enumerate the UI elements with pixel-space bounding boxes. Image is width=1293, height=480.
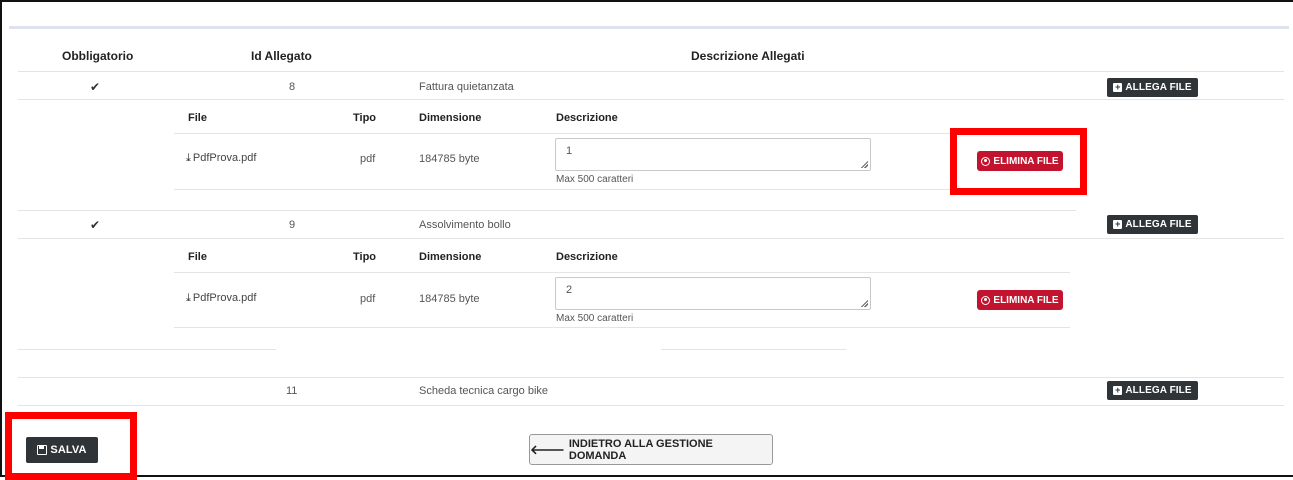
allega-file-label: ALLEGA FILE bbox=[1125, 385, 1192, 396]
max-chars-hint: Max 500 caratteri bbox=[556, 313, 634, 324]
row-id: 11 bbox=[286, 385, 298, 397]
plus-icon: + bbox=[1113, 219, 1123, 229]
divider bbox=[174, 133, 1070, 134]
file-type: pdf bbox=[360, 153, 376, 165]
allega-file-button[interactable]: + ALLEGA FILE bbox=[1107, 215, 1198, 234]
divider bbox=[18, 99, 1284, 100]
allega-file-label: ALLEGA FILE bbox=[1125, 82, 1192, 93]
allega-file-button[interactable]: + ALLEGA FILE bbox=[1107, 78, 1198, 97]
row-description: Fattura quietanzata bbox=[419, 81, 514, 93]
subheader-tipo: Tipo bbox=[353, 251, 377, 263]
subheader-file: File bbox=[188, 251, 207, 263]
header-descrizione-allegati: Descrizione Allegati bbox=[691, 49, 805, 63]
highlight-box bbox=[5, 412, 137, 480]
divider bbox=[174, 189, 1070, 190]
subheader-descrizione: Descrizione bbox=[556, 251, 618, 263]
divider bbox=[174, 272, 1070, 273]
subheader-dimensione: Dimensione bbox=[419, 112, 482, 124]
description-value: 1 bbox=[566, 145, 573, 157]
indietro-label: INDIETRO ALLA GESTIONE DOMANDA bbox=[568, 437, 713, 462]
arrow-left-icon: 🡐 bbox=[530, 441, 565, 457]
elimina-file-button[interactable]: ELIMINA FILE bbox=[977, 290, 1063, 310]
divider bbox=[18, 349, 276, 350]
subheader-tipo: Tipo bbox=[353, 112, 377, 124]
divider bbox=[18, 238, 1284, 239]
allega-file-label: ALLEGA FILE bbox=[1125, 219, 1192, 230]
file-name: PdfProva.pdf bbox=[192, 292, 257, 304]
file-download-link[interactable]: ⤓ PdfProva.pdf bbox=[186, 152, 256, 165]
resize-handle-icon[interactable] bbox=[860, 160, 868, 168]
row-id: 8 bbox=[289, 81, 296, 93]
resize-handle-icon[interactable] bbox=[860, 299, 868, 307]
required-check-icon: ✔ bbox=[90, 218, 101, 232]
required-check-icon: ✔ bbox=[90, 80, 101, 94]
remove-circle-icon bbox=[981, 295, 991, 305]
download-icon: ⤓ bbox=[186, 292, 191, 304]
file-name: PdfProva.pdf bbox=[192, 152, 257, 164]
divider bbox=[18, 71, 1284, 72]
file-download-link[interactable]: ⤓ PdfProva.pdf bbox=[186, 292, 256, 305]
description-textarea[interactable]: 2 bbox=[555, 277, 871, 310]
divider bbox=[18, 405, 1284, 406]
highlight-box bbox=[950, 128, 1087, 195]
divider bbox=[661, 349, 846, 350]
description-value: 2 bbox=[566, 284, 573, 296]
indietro-button[interactable]: 🡐 INDIETRO ALLA GESTIONE DOMANDA bbox=[529, 434, 773, 465]
file-type: pdf bbox=[360, 293, 376, 305]
subheader-dimensione: Dimensione bbox=[419, 251, 482, 263]
subheader-file: File bbox=[188, 112, 207, 124]
file-size: 184785 byte bbox=[419, 153, 480, 165]
row-description: Scheda tecnica cargo bike bbox=[419, 385, 549, 397]
divider bbox=[174, 327, 1070, 328]
max-chars-hint: Max 500 caratteri bbox=[556, 174, 634, 185]
download-icon: ⤓ bbox=[186, 152, 191, 164]
divider bbox=[18, 377, 1284, 378]
description-textarea[interactable]: 1 bbox=[555, 138, 871, 171]
top-divider bbox=[9, 26, 1289, 29]
header-obbligatorio: Obbligatorio bbox=[62, 49, 134, 63]
file-size: 184785 byte bbox=[419, 293, 480, 305]
divider bbox=[18, 210, 1076, 211]
allega-file-button[interactable]: + ALLEGA FILE bbox=[1107, 381, 1198, 400]
elimina-file-label: ELIMINA FILE bbox=[993, 294, 1059, 306]
plus-icon: + bbox=[1113, 385, 1123, 395]
header-id-allegato: Id Allegato bbox=[251, 49, 312, 63]
row-id: 9 bbox=[289, 219, 296, 231]
subheader-descrizione: Descrizione bbox=[556, 112, 618, 124]
plus-icon: + bbox=[1113, 82, 1123, 92]
row-description: Assolvimento bollo bbox=[419, 219, 511, 231]
